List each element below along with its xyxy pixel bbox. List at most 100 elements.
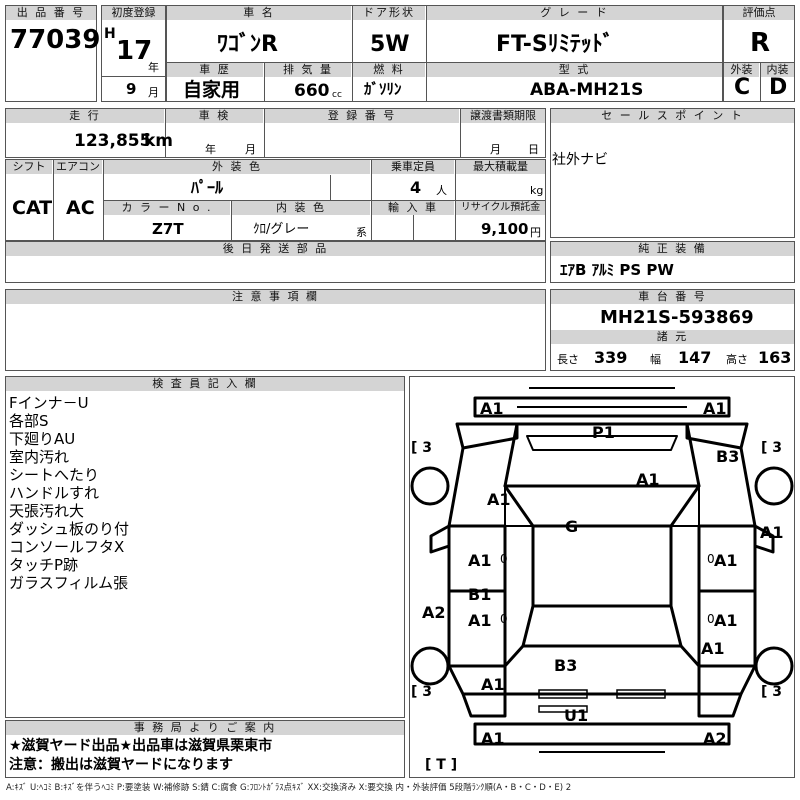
inspector-note: コンソールフタX [9, 538, 125, 556]
color-no-label: カ ラ ー N o . [104, 201, 230, 215]
interior-color-unit: 系 [356, 226, 367, 239]
headlamp-right [685, 422, 749, 450]
length-label: 長さ [557, 353, 579, 366]
mark-door-rear-right: 0 [707, 612, 715, 626]
interior-grade: D [769, 75, 788, 100]
inspection-label: 車 検 [166, 109, 263, 123]
height: 163 [758, 348, 792, 367]
tire-front-right: [ 3 [761, 440, 783, 456]
color-label: 外 装 色 [104, 160, 370, 174]
mileage-label: 走 行 [6, 109, 164, 123]
era: H [104, 26, 116, 42]
fuel: ｶﾞｿﾘﾝ [364, 80, 402, 98]
displacement: 660 [294, 81, 330, 101]
inspector-note: ガラスフィルム張 [9, 574, 129, 592]
width: 147 [678, 348, 712, 367]
sales-box [550, 108, 795, 238]
displacement-label: 排 気 量 [265, 63, 351, 77]
month: 9 [126, 80, 137, 98]
score: R [750, 28, 771, 58]
body-right-side [739, 447, 757, 695]
inspector-note: ハンドルすれ [9, 484, 100, 502]
rear-bumper [473, 722, 731, 746]
headlamp-left [455, 422, 519, 450]
specs-label: 諸 元 [551, 330, 794, 344]
damage-left-fender: A1 [487, 490, 511, 509]
damage-left-quarter: A2 [422, 603, 446, 622]
damage-grille: P1 [592, 423, 615, 442]
tire-front-left: [ 3 [411, 440, 433, 456]
damage-door-front-left: A1 [468, 551, 492, 570]
exterior-grade: C [734, 75, 751, 100]
damage-door-front-right: A1 [714, 551, 738, 570]
office-line-2: 注意：搬出は滋賀ヤードになります [9, 757, 233, 773]
later-parts-label: 後 日 発 送 部 品 [6, 242, 545, 256]
damage-rear-left: A1 [481, 675, 505, 694]
inspector-note: Fインナ－U [9, 394, 89, 412]
damage-hood: A1 [636, 470, 660, 489]
damage-back-door: B3 [554, 656, 578, 675]
shift: CAT [12, 197, 53, 219]
score-label: 評価点 [724, 6, 794, 20]
reg-label: 登 録 番 号 [265, 109, 459, 123]
rear-lamp-left [461, 692, 507, 718]
transfer-month-unit: 月 [490, 143, 501, 156]
rear-window [521, 604, 683, 648]
color: ﾊﾟｰﾙ [191, 178, 224, 197]
office-label: 事 務 局 よ り ご 案 内 [6, 721, 404, 735]
recycle-unit: 円 [530, 226, 541, 239]
damage-front-bumper-right: A1 [703, 399, 727, 418]
mirror-left [429, 524, 450, 554]
mark-door-front-left: 0 [500, 552, 508, 566]
model: ABA-MH21S [530, 80, 644, 100]
sales-label: セ ー ル ス ポ イ ン ト [551, 109, 794, 123]
options-label: 純 正 装 備 [551, 242, 794, 256]
length: 339 [594, 348, 628, 367]
damage-door-rear-left: A1 [468, 611, 492, 630]
back-door [503, 644, 701, 696]
inspection-year-unit: 年 [205, 143, 216, 156]
width-label: 幅 [650, 353, 661, 366]
grade: FT-Sﾘﾐﾃｯﾄﾞ [496, 32, 614, 57]
inspector-note: シートへたり [9, 466, 100, 484]
mark-door-front-right: 0 [707, 552, 715, 566]
chassis-number: MH21S-593869 [600, 307, 754, 328]
recycle-fee: 9,100 [481, 220, 529, 238]
damage-door-rear-right: A1 [714, 611, 738, 630]
roof [531, 524, 673, 608]
car-name-label: 車 名 [167, 6, 351, 20]
capacity-label: 乗車定員 [372, 160, 454, 174]
year-unit: 年 [148, 61, 159, 74]
car-name: ﾜｺﾞﾝR [217, 32, 278, 57]
shift-label: シフト [6, 160, 52, 174]
inspector-label: 検 査 員 記 入 欄 [6, 377, 404, 391]
capacity-unit: 人 [436, 184, 447, 197]
inspector-note: 室内汚れ [9, 448, 70, 466]
transfer-label: 譲渡書類期限 [461, 109, 545, 123]
wheel-rear-left [410, 646, 450, 686]
mileage-unit: km [144, 131, 174, 151]
chassis-label: 車 台 番 号 [551, 290, 794, 304]
windshield [503, 484, 701, 528]
first-reg-label: 初度登録 [102, 6, 165, 20]
month-unit: 月 [148, 86, 159, 99]
inspector-note: タッチP跡 [9, 556, 79, 574]
lot-label: 出 品 番 号 [6, 6, 96, 20]
tire-rear-right: [ 3 [761, 684, 783, 700]
tire-rear-left: [ 3 [411, 684, 433, 700]
displacement-unit: cc [332, 90, 342, 100]
interior-color: ｸﾛ/グレー [253, 222, 310, 237]
year: 17 [116, 36, 153, 66]
history: 自家用 [183, 79, 241, 101]
ac-label: エアコン [54, 160, 102, 174]
damage-right-pillar: A1 [760, 523, 784, 542]
body-left-side [447, 447, 465, 695]
inspection-month-unit: 月 [245, 143, 256, 156]
load-unit: kg [530, 184, 544, 197]
model-label: 型 式 [427, 63, 722, 77]
fuel-label: 燃 料 [353, 63, 425, 77]
damage-rear-bumper-left: A1 [481, 729, 505, 748]
damage-rear-right: A1 [701, 639, 725, 658]
door-type: 5W [370, 32, 410, 57]
sales-text: 社外ナビ [552, 152, 608, 168]
